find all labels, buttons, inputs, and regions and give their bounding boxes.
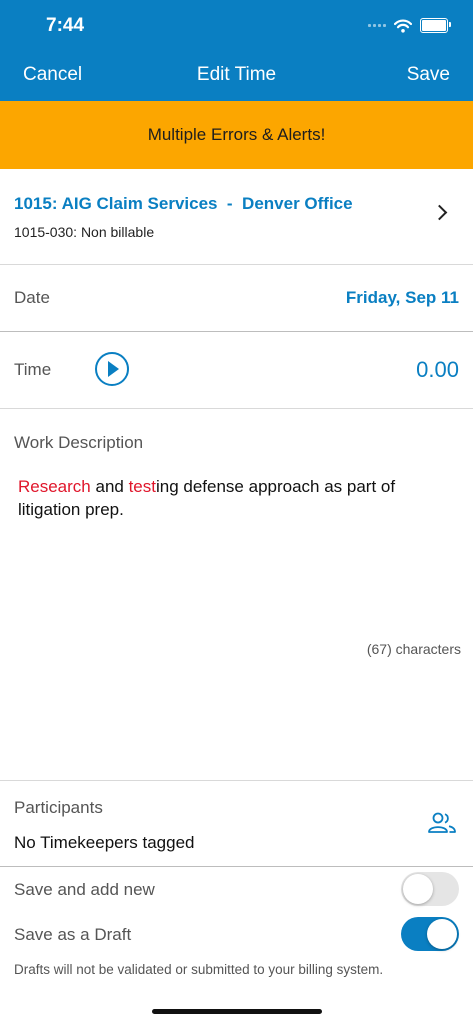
toggle-knob [427, 919, 457, 949]
participants-section: Participants No Timekeepers tagged [0, 781, 473, 867]
matter-subtitle: 1015-030: Non billable [14, 224, 155, 240]
save-and-add-new-row: Save and add new [0, 867, 473, 912]
time-label: Time [14, 360, 52, 379]
play-timer-button[interactable] [95, 352, 129, 386]
status-time: 7:44 [46, 15, 85, 36]
save-as-draft-toggle[interactable] [401, 917, 459, 951]
time-row: Time 0.00 [0, 332, 473, 409]
cellular-signal-icon [368, 24, 386, 27]
wifi-icon [394, 19, 412, 33]
date-label: Date [14, 288, 50, 307]
alerts-banner-text: Multiple Errors & Alerts! [147, 125, 326, 144]
participants-label: Participants [14, 798, 103, 817]
save-and-add-new-toggle[interactable] [401, 872, 459, 906]
flagged-word: test [128, 477, 156, 496]
save-and-add-new-label: Save and add new [14, 880, 155, 899]
battery-icon [420, 18, 451, 33]
chevron-right-icon [431, 204, 448, 221]
date-value[interactable]: Friday, Sep 11 [346, 288, 459, 308]
work-description-section: Work Description Research and testing de… [0, 409, 473, 781]
status-icons [368, 18, 451, 33]
time-value[interactable]: 0.00 [416, 357, 459, 383]
add-participants-icon[interactable] [427, 811, 457, 835]
save-as-draft-label: Save as a Draft [14, 925, 132, 944]
flagged-word: Research [18, 477, 91, 496]
save-as-draft-row: Save as a Draft [0, 912, 473, 957]
cancel-button[interactable]: Cancel [23, 64, 82, 86]
header: 7:44 Cancel Edit Time Save [0, 0, 473, 101]
draft-note: Drafts will not be validated or submitte… [14, 962, 384, 977]
matter-title: 1015: AIG Claim Services - Denver Office [14, 194, 353, 213]
save-button[interactable]: Save [407, 64, 450, 86]
work-description-input[interactable]: Research and testing defense approach as… [18, 475, 458, 521]
date-row: Date Friday, Sep 11 [0, 264, 473, 332]
description-text: and [90, 477, 129, 496]
participants-value: No Timekeepers tagged [14, 833, 195, 852]
work-description-label: Work Description [14, 433, 144, 452]
matter-selector[interactable]: 1015: AIG Claim Services - Denver Office… [0, 169, 473, 265]
alerts-banner[interactable]: Multiple Errors & Alerts! [0, 101, 473, 169]
toggle-knob [403, 874, 433, 904]
home-indicator [152, 1009, 322, 1014]
character-count: (67) characters [366, 641, 461, 657]
